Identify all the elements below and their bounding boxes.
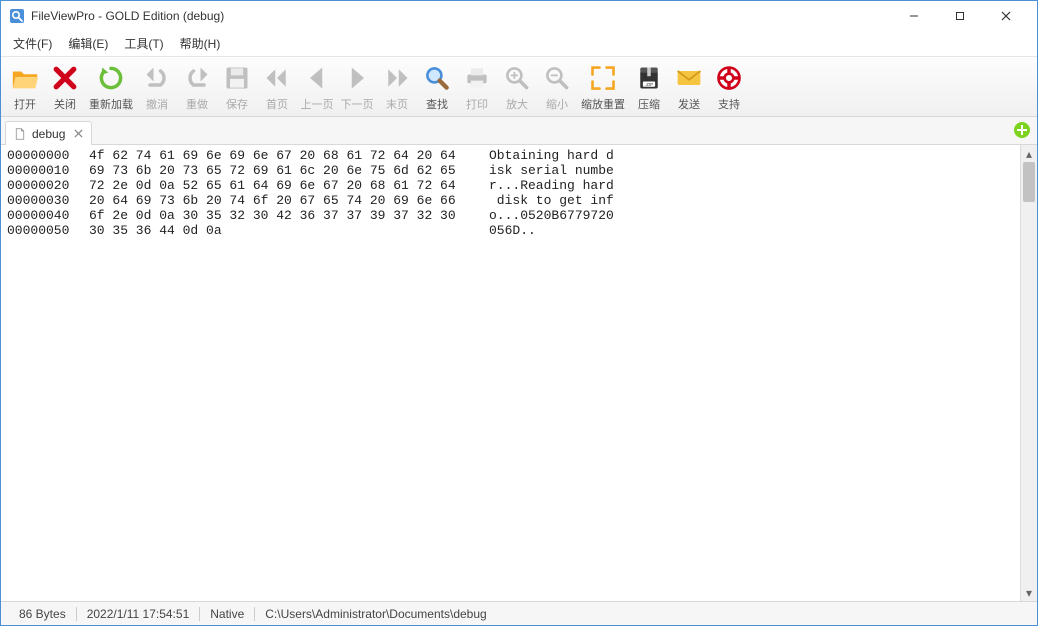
- fit-screen-icon: [587, 62, 619, 94]
- find-button[interactable]: 查找: [417, 60, 457, 114]
- hex-ascii: disk to get inf: [469, 194, 614, 209]
- folder-open-icon: [9, 62, 41, 94]
- refresh-icon: [95, 62, 127, 94]
- next-page-button[interactable]: 下一页: [337, 60, 377, 114]
- hex-ascii: Obtaining hard d: [469, 149, 614, 164]
- save-button[interactable]: 保存: [217, 60, 257, 114]
- statusbar: 86 Bytes 2022/1/11 17:54:51 Native C:\Us…: [1, 601, 1037, 625]
- tab-close-button[interactable]: [71, 127, 85, 141]
- hex-offset: 00000000: [7, 149, 89, 164]
- menu-help[interactable]: 帮助(H): [172, 32, 229, 55]
- lifebuoy-icon: [713, 62, 745, 94]
- hex-row: 0000005030 35 36 44 0d 0a056D..: [7, 224, 1014, 239]
- hex-viewer[interactable]: 000000004f 62 74 61 69 6e 69 6e 67 20 68…: [1, 145, 1020, 601]
- content-area: 000000004f 62 74 61 69 6e 69 6e 67 20 68…: [1, 145, 1037, 601]
- reload-button[interactable]: 重新加载: [85, 60, 137, 114]
- open-button[interactable]: 打开: [5, 60, 45, 114]
- first-page-button[interactable]: 首页: [257, 60, 297, 114]
- undo-button[interactable]: 撤消: [137, 60, 177, 114]
- prev-icon: [301, 62, 333, 94]
- hex-bytes: 69 73 6b 20 73 65 72 69 61 6c 20 6e 75 6…: [89, 164, 469, 179]
- last-page-button[interactable]: 末页: [377, 60, 417, 114]
- menu-edit[interactable]: 编辑(E): [60, 32, 116, 55]
- scroll-thumb[interactable]: [1023, 162, 1035, 202]
- magnifier-icon: [421, 62, 453, 94]
- scroll-down-arrow[interactable]: ▾: [1021, 584, 1037, 601]
- hex-bytes: 6f 2e 0d 0a 30 35 32 30 42 36 37 37 39 3…: [89, 209, 469, 224]
- titlebar: FileViewPro - GOLD Edition (debug): [1, 1, 1037, 31]
- svg-text:.ZIP: .ZIP: [645, 81, 653, 86]
- hex-bytes: 4f 62 74 61 69 6e 69 6e 67 20 68 61 72 6…: [89, 149, 469, 164]
- hex-offset: 00000050: [7, 224, 89, 239]
- hex-ascii: isk serial numbe: [469, 164, 614, 179]
- status-mode: Native: [200, 602, 254, 625]
- redo-button[interactable]: 重做: [177, 60, 217, 114]
- maximize-button[interactable]: [937, 1, 983, 31]
- app-icon: [9, 8, 25, 24]
- hex-offset: 00000010: [7, 164, 89, 179]
- file-tab[interactable]: debug: [5, 121, 92, 145]
- status-size: 86 Bytes: [9, 602, 76, 625]
- redo-icon: [181, 62, 213, 94]
- last-icon: [381, 62, 413, 94]
- menu-tools[interactable]: 工具(T): [116, 32, 171, 55]
- hex-bytes: 30 35 36 44 0d 0a: [89, 224, 469, 239]
- print-button[interactable]: 打印: [457, 60, 497, 114]
- document-icon: [14, 128, 26, 140]
- printer-icon: [461, 62, 493, 94]
- hex-row: 0000001069 73 6b 20 73 65 72 69 61 6c 20…: [7, 164, 1014, 179]
- hex-ascii: r...Reading hard: [469, 179, 614, 194]
- zoom-in-button[interactable]: 放大: [497, 60, 537, 114]
- hex-ascii: 056D..: [469, 224, 536, 239]
- minimize-button[interactable]: [891, 1, 937, 31]
- menubar: 文件(F) 编辑(E) 工具(T) 帮助(H): [1, 31, 1037, 57]
- zoom-in-icon: [501, 62, 533, 94]
- hex-row: 0000002072 2e 0d 0a 52 65 61 64 69 6e 67…: [7, 179, 1014, 194]
- x-red-icon: [49, 62, 81, 94]
- status-time: 2022/1/11 17:54:51: [77, 602, 200, 625]
- zoom-reset-button[interactable]: 缩放重置: [577, 60, 629, 114]
- close-file-button[interactable]: 关闭: [45, 60, 85, 114]
- hex-bytes: 72 2e 0d 0a 52 65 61 64 69 6e 67 20 68 6…: [89, 179, 469, 194]
- undo-icon: [141, 62, 173, 94]
- vertical-scrollbar[interactable]: ▴ ▾: [1020, 145, 1037, 601]
- new-tab-button[interactable]: [1013, 121, 1031, 139]
- send-button[interactable]: 发送: [669, 60, 709, 114]
- close-window-button[interactable]: [983, 1, 1029, 31]
- hex-offset: 00000020: [7, 179, 89, 194]
- zoom-out-icon: [541, 62, 573, 94]
- tab-label: debug: [32, 127, 65, 141]
- hex-row: 0000003020 64 69 73 6b 20 74 6f 20 67 65…: [7, 194, 1014, 209]
- toolbar: 打开 关闭 重新加载 撤消 重做 保存 首页 上一页 下一页 末页 查找: [1, 57, 1037, 117]
- scroll-up-arrow[interactable]: ▴: [1021, 145, 1037, 162]
- envelope-icon: [673, 62, 705, 94]
- first-icon: [261, 62, 293, 94]
- hex-bytes: 20 64 69 73 6b 20 74 6f 20 67 65 74 20 6…: [89, 194, 469, 209]
- floppy-icon: [221, 62, 253, 94]
- hex-row: 000000004f 62 74 61 69 6e 69 6e 67 20 68…: [7, 149, 1014, 164]
- menu-file[interactable]: 文件(F): [5, 32, 60, 55]
- zip-icon: .ZIP: [633, 62, 665, 94]
- zoom-out-button[interactable]: 缩小: [537, 60, 577, 114]
- tabstrip: debug: [1, 117, 1037, 145]
- status-path: C:\Users\Administrator\Documents\debug: [255, 602, 496, 625]
- prev-page-button[interactable]: 上一页: [297, 60, 337, 114]
- hex-offset: 00000030: [7, 194, 89, 209]
- hex-offset: 00000040: [7, 209, 89, 224]
- next-icon: [341, 62, 373, 94]
- zip-button[interactable]: .ZIP 压缩: [629, 60, 669, 114]
- support-button[interactable]: 支持: [709, 60, 749, 114]
- hex-row: 000000406f 2e 0d 0a 30 35 32 30 42 36 37…: [7, 209, 1014, 224]
- window-title: FileViewPro - GOLD Edition (debug): [31, 9, 224, 23]
- hex-ascii: o...0520B6779720: [469, 209, 614, 224]
